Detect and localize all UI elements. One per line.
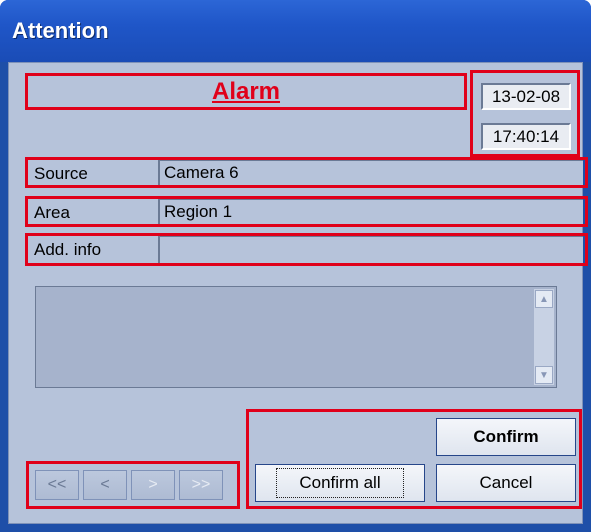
attention-window: Attention Alarm 13-02-08 17:40:14 Source… [0, 0, 591, 532]
dialog-client-area: Alarm 13-02-08 17:40:14 Source Camera 6 … [8, 62, 588, 524]
chevron-down-icon[interactable]: ▼ [535, 366, 553, 384]
window-title: Attention [12, 18, 109, 43]
title-bar[interactable]: Attention [0, 0, 591, 62]
area-label: Area [34, 203, 70, 222]
time-display: 17:40:14 [481, 123, 571, 150]
previous-record-button[interactable]: < [83, 470, 127, 500]
confirm-all-button[interactable]: Confirm all [255, 464, 425, 502]
source-label: Source [34, 164, 88, 183]
alarm-highlight-box: Alarm [25, 73, 467, 110]
cancel-button[interactable]: Cancel [436, 464, 576, 502]
alarm-title: Alarm [211, 77, 281, 105]
source-row: Source Camera 6 [25, 157, 588, 188]
next-record-button[interactable]: > [131, 470, 175, 500]
actions-highlight-box: Confirm Confirm all Cancel [246, 409, 582, 509]
navigation-highlight-box: << < > >> [26, 461, 240, 509]
first-record-button[interactable]: << [35, 470, 79, 500]
add-info-label: Add. info [34, 240, 102, 259]
add-info-row: Add. info [25, 233, 588, 266]
chevron-up-icon[interactable]: ▲ [535, 290, 553, 308]
textarea-scrollbar[interactable]: ▲ ▼ [534, 289, 554, 385]
add-info-field[interactable] [158, 236, 583, 263]
source-field: Camera 6 [158, 160, 583, 185]
last-record-button[interactable]: >> [179, 470, 223, 500]
datetime-highlight-box: 13-02-08 17:40:14 [470, 70, 580, 157]
area-row: Area Region 1 [25, 196, 588, 227]
date-display: 13-02-08 [481, 83, 571, 110]
message-textarea[interactable]: ▲ ▼ [35, 286, 557, 388]
confirm-button[interactable]: Confirm [436, 418, 576, 456]
confirm-all-label: Confirm all [276, 468, 404, 498]
area-field: Region 1 [158, 199, 583, 224]
